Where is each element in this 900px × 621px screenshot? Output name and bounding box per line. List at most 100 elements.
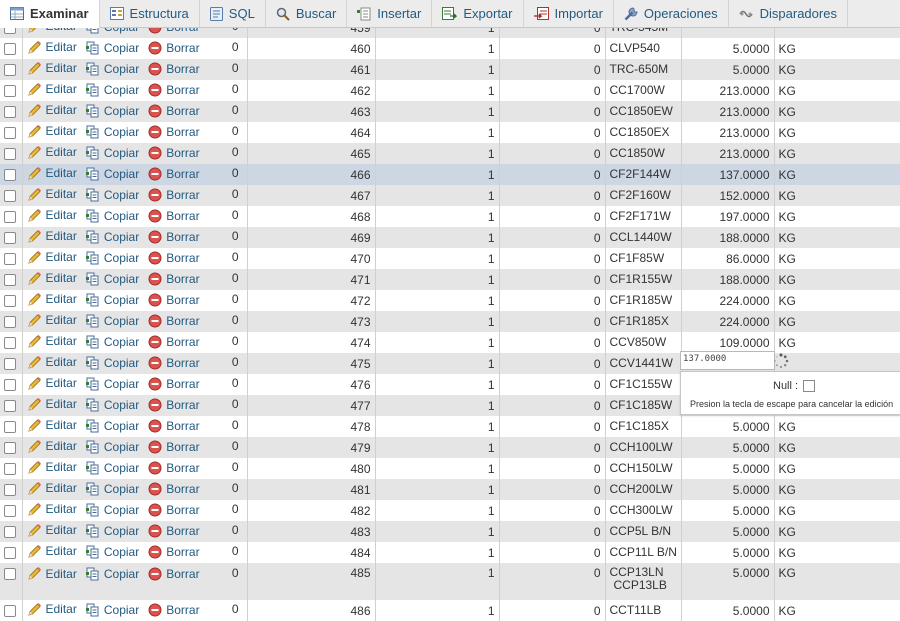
edit-button[interactable]: Editar: [27, 313, 77, 328]
delete-button[interactable]: Borrar: [148, 293, 200, 307]
cell-unit[interactable]: KG: [774, 332, 900, 353]
table-row[interactable]: Editar Copiar Borrar 0 485 1 0 CCP13LN CCP13LB 5.…: [0, 563, 900, 600]
cell-weight[interactable]: 86.0000: [681, 248, 775, 269]
copy-button[interactable]: Copiar: [85, 62, 139, 76]
cell-col4[interactable]: 0: [499, 395, 606, 416]
cell-code[interactable]: CF1R155W: [605, 269, 682, 290]
copy-button[interactable]: Copiar: [85, 567, 139, 581]
cell-weight[interactable]: 137.0000: [681, 164, 775, 185]
delete-button[interactable]: Borrar: [148, 503, 200, 517]
delete-button[interactable]: Borrar: [148, 41, 200, 55]
cell-id[interactable]: 473: [247, 311, 376, 332]
copy-button[interactable]: Copiar: [85, 603, 139, 617]
tab-disparadores[interactable]: Disparadores: [729, 0, 848, 27]
cell-col4[interactable]: 0: [499, 101, 606, 122]
cell-id[interactable]: 486: [247, 600, 376, 621]
row-checkbox[interactable]: [4, 85, 16, 98]
edit-button[interactable]: Editar: [27, 208, 77, 223]
cell-unit[interactable]: KG: [774, 59, 900, 80]
copy-button[interactable]: Copiar: [85, 545, 139, 559]
edit-button[interactable]: Editar: [27, 292, 77, 307]
cell-code[interactable]: CCH200LW: [605, 479, 682, 500]
row-checkbox[interactable]: [4, 190, 16, 203]
cell-col3[interactable]: 1: [375, 101, 500, 122]
delete-button[interactable]: Borrar: [148, 335, 200, 349]
cell-col4[interactable]: 0: [499, 164, 606, 185]
cell-id[interactable]: 472: [247, 290, 376, 311]
cell-weight[interactable]: 213.0000: [681, 122, 775, 143]
cell-unit[interactable]: KG: [774, 206, 900, 227]
cell-unit[interactable]: KG: [774, 164, 900, 185]
row-checkbox[interactable]: [4, 253, 16, 266]
cell-col3[interactable]: 1: [375, 311, 500, 332]
cell-col4[interactable]: 0: [499, 122, 606, 143]
row-checkbox[interactable]: [4, 505, 16, 518]
cell-col1[interactable]: 0: [232, 250, 243, 264]
cell-col1[interactable]: 0: [232, 376, 243, 390]
cell-col1[interactable]: 0: [232, 166, 243, 180]
cell-id[interactable]: 477: [247, 395, 376, 416]
cell-weight[interactable]: 5.0000: [681, 542, 775, 563]
copy-button[interactable]: Copiar: [85, 503, 139, 517]
cell-weight[interactable]: 5.0000: [681, 38, 775, 59]
cell-code[interactable]: CF1C185X: [605, 416, 682, 437]
table-row[interactable]: Editar Copiar Borrar 0 465 1 0 CC1850W 213.0000 K…: [0, 143, 900, 164]
cell-unit[interactable]: KG: [774, 479, 900, 500]
table-row[interactable]: Editar Copiar Borrar 0 461 1 0 TRC-650M 5.0000 KG: [0, 59, 900, 80]
delete-button[interactable]: Borrar: [148, 125, 200, 139]
cell-col1[interactable]: 0: [232, 397, 243, 411]
copy-button[interactable]: Copiar: [85, 209, 139, 223]
row-checkbox[interactable]: [4, 463, 16, 476]
edit-button[interactable]: Editar: [27, 376, 77, 391]
cell-code[interactable]: CCP5L B/N: [605, 521, 682, 542]
cell-col3[interactable]: 1: [375, 38, 500, 59]
cell-col1[interactable]: 0: [232, 82, 243, 96]
edit-button[interactable]: Editar: [27, 61, 77, 76]
cell-col1[interactable]: 0: [232, 208, 243, 222]
table-row[interactable]: Editar Copiar Borrar 0 483 1 0 CCP5L B/N 5.0000 K…: [0, 521, 900, 542]
cell-code[interactable]: TRC-650M: [605, 59, 682, 80]
cell-col1[interactable]: 0: [232, 61, 243, 75]
cell-weight[interactable]: 213.0000: [681, 101, 775, 122]
copy-button[interactable]: Copiar: [85, 356, 139, 370]
cell-col3[interactable]: 1: [375, 227, 500, 248]
cell-col1[interactable]: 0: [232, 544, 243, 558]
edit-button[interactable]: Editar: [27, 523, 77, 538]
table-row[interactable]: Editar Copiar Borrar 0 463 1 0 CC1850EW 213.0000…: [0, 101, 900, 122]
edit-button[interactable]: Editar: [27, 124, 77, 139]
cell-weight[interactable]: 188.0000: [681, 227, 775, 248]
null-toggle[interactable]: Null :: [773, 380, 816, 392]
cell-code[interactable]: CCP13LN CCP13LB: [605, 563, 682, 600]
cell-col3[interactable]: 1: [375, 59, 500, 80]
cell-weight[interactable]: 213.0000: [681, 80, 775, 101]
cell-unit[interactable]: KG: [774, 600, 900, 621]
cell-col4[interactable]: 0: [499, 185, 606, 206]
cell-code[interactable]: CF1R185X: [605, 311, 682, 332]
edit-button[interactable]: Editar: [27, 250, 77, 265]
cell-unit[interactable]: KG: [774, 542, 900, 563]
row-checkbox[interactable]: [4, 43, 16, 56]
delete-button[interactable]: Borrar: [148, 356, 200, 370]
cell-col4[interactable]: 0: [499, 290, 606, 311]
cell-weight[interactable]: 5.0000: [681, 479, 775, 500]
cell-id[interactable]: 461: [247, 59, 376, 80]
edit-button[interactable]: Editar: [27, 355, 77, 370]
cell-col1[interactable]: 0: [232, 566, 243, 580]
delete-button[interactable]: Borrar: [148, 314, 200, 328]
delete-button[interactable]: Borrar: [148, 377, 200, 391]
table-row[interactable]: Editar Copiar Borrar 0 471 1 0 CF1R155W 188.0000…: [0, 269, 900, 290]
cell-weight[interactable]: 213.0000: [681, 143, 775, 164]
cell-col1[interactable]: 0: [232, 145, 243, 159]
cell-id[interactable]: 465: [247, 143, 376, 164]
cell-unit[interactable]: KG: [774, 101, 900, 122]
delete-button[interactable]: Borrar: [148, 461, 200, 475]
edit-button[interactable]: Editar: [27, 145, 77, 160]
cell-col3[interactable]: 1: [375, 290, 500, 311]
cell-unit[interactable]: KG: [774, 416, 900, 437]
cell-id[interactable]: 464: [247, 122, 376, 143]
cell-col3[interactable]: 1: [375, 563, 500, 600]
cell-col1[interactable]: 0: [232, 502, 243, 516]
cell-col1[interactable]: 0: [232, 187, 243, 201]
cell-weight[interactable]: 197.0000: [681, 206, 775, 227]
cell-id[interactable]: 468: [247, 206, 376, 227]
